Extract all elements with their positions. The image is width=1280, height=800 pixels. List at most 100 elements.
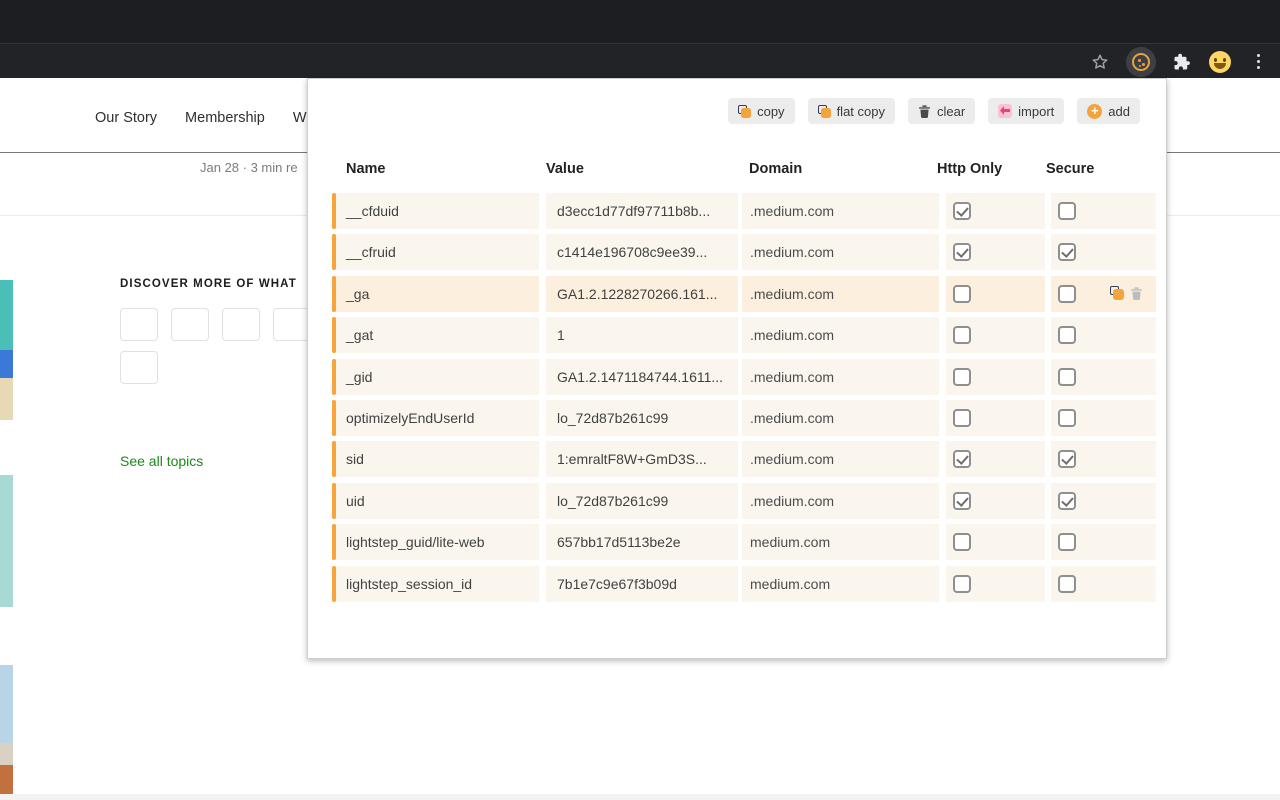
secure-checkbox[interactable] xyxy=(1058,575,1076,593)
cookie-domain: .medium.com xyxy=(750,451,834,467)
http-only-checkbox[interactable] xyxy=(953,533,971,551)
nav-membership[interactable]: Membership xyxy=(185,110,265,126)
cookie-domain-cell[interactable]: .medium.com xyxy=(742,276,939,312)
secure-checkbox[interactable] xyxy=(1058,533,1076,551)
cookie-domain-cell[interactable]: .medium.com xyxy=(742,317,939,353)
http-only-checkbox[interactable] xyxy=(953,575,971,593)
http-only-checkbox[interactable] xyxy=(953,326,971,344)
cookie-domain-cell[interactable]: .medium.com xyxy=(742,359,939,395)
cookie-row[interactable]: _gat 1 .medium.com xyxy=(308,317,1166,353)
row-accent-bar xyxy=(332,317,336,353)
secure-cell xyxy=(1051,441,1156,477)
secure-checkbox[interactable] xyxy=(1058,450,1076,468)
cookie-value: lo_72d87b261c99 xyxy=(557,493,668,509)
http-only-cell xyxy=(946,400,1045,436)
cookie-row[interactable]: sid 1:emraltF8W+GmD3S... .medium.com xyxy=(308,441,1166,477)
cookie-name-cell[interactable]: uid xyxy=(332,483,539,519)
cookie-row[interactable]: lightstep_guid/lite-web 657bb17d5113be2e… xyxy=(308,524,1166,560)
table-header: Name Value Domain Http Only Secure xyxy=(308,161,1166,181)
cookie-editor-popup: copy flat copy clear import xyxy=(307,78,1167,659)
http-only-checkbox[interactable] xyxy=(953,492,971,510)
import-label: import xyxy=(1018,104,1054,119)
cookie-domain-cell[interactable]: .medium.com xyxy=(742,441,939,477)
cookie-value-cell[interactable]: 1 xyxy=(546,317,738,353)
secure-checkbox[interactable] xyxy=(1058,285,1076,303)
secure-checkbox[interactable] xyxy=(1058,368,1076,386)
cookie-name-cell[interactable]: _ga xyxy=(332,276,539,312)
cookie-domain-cell[interactable]: medium.com xyxy=(742,524,939,560)
cookie-name-cell[interactable]: __cfruid xyxy=(332,234,539,270)
secure-checkbox[interactable] xyxy=(1058,243,1076,261)
cookie-value-cell[interactable]: lo_72d87b261c99 xyxy=(546,483,738,519)
emoji-extension-icon[interactable] xyxy=(1208,50,1232,74)
nav-write[interactable]: W xyxy=(293,110,307,126)
cookie-row[interactable]: __cfruid c1414e196708c9ee39... .medium.c… xyxy=(308,234,1166,270)
row-accent-bar xyxy=(332,441,336,477)
http-only-cell xyxy=(946,524,1045,560)
cookie-domain-cell[interactable]: .medium.com xyxy=(742,400,939,436)
cookie-name: optimizelyEndUserId xyxy=(346,410,474,426)
cookie-row[interactable]: _gid GA1.2.1471184744.1611... .medium.co… xyxy=(308,359,1166,395)
cookie-row[interactable]: lightstep_session_id 7b1e7c9e67f3b09d me… xyxy=(308,566,1166,602)
cookie-value-cell[interactable]: 657bb17d5113be2e xyxy=(546,524,738,560)
cookie-row[interactable]: __cfduid d3ecc1d77df97711b8b... .medium.… xyxy=(308,193,1166,229)
topic-chip[interactable] xyxy=(120,351,158,384)
cookie-name-cell[interactable]: _gid xyxy=(332,359,539,395)
topic-chip[interactable] xyxy=(222,308,260,341)
extensions-puzzle-icon[interactable] xyxy=(1170,50,1194,74)
cookie-row[interactable]: optimizelyEndUserId lo_72d87b261c99 .med… xyxy=(308,400,1166,436)
http-only-checkbox[interactable] xyxy=(953,450,971,468)
cookie-domain-cell[interactable]: .medium.com xyxy=(742,483,939,519)
see-all-topics-link[interactable]: See all topics xyxy=(120,453,203,469)
cookie-value-cell[interactable]: c1414e196708c9ee39... xyxy=(546,234,738,270)
cookie-name-cell[interactable]: lightstep_guid/lite-web xyxy=(332,524,539,560)
cookie-row[interactable]: uid lo_72d87b261c99 .medium.com xyxy=(308,483,1166,519)
row-accent-bar xyxy=(332,566,336,602)
cookie-name: uid xyxy=(346,493,365,509)
topic-chip[interactable] xyxy=(171,308,209,341)
secure-checkbox[interactable] xyxy=(1058,326,1076,344)
cookie-name-cell[interactable]: __cfduid xyxy=(332,193,539,229)
nav-our-story[interactable]: Our Story xyxy=(95,110,157,126)
import-button[interactable]: import xyxy=(988,98,1064,124)
cookie-name: _gid xyxy=(346,369,372,385)
cookie-domain-cell[interactable]: .medium.com xyxy=(742,234,939,270)
secure-cell xyxy=(1051,317,1156,353)
cookie-name-cell[interactable]: _gat xyxy=(332,317,539,353)
http-only-checkbox[interactable] xyxy=(953,202,971,220)
column-name: Name xyxy=(346,161,386,177)
cookie-value-cell[interactable]: GA1.2.1471184744.1611... xyxy=(546,359,738,395)
topic-chip[interactable] xyxy=(120,308,158,341)
add-button[interactable]: + add xyxy=(1077,98,1140,124)
http-only-checkbox[interactable] xyxy=(953,409,971,427)
cookie-value-cell[interactable]: lo_72d87b261c99 xyxy=(546,400,738,436)
cookie-value-cell[interactable]: 1:emraltF8W+GmD3S... xyxy=(546,441,738,477)
secure-checkbox[interactable] xyxy=(1058,492,1076,510)
cookie-extension-icon[interactable] xyxy=(1126,47,1156,77)
browser-menu-icon[interactable] xyxy=(1246,50,1270,74)
secure-cell xyxy=(1051,400,1156,436)
clear-button[interactable]: clear xyxy=(908,98,975,124)
secure-checkbox[interactable] xyxy=(1058,202,1076,220)
bookmark-star-icon[interactable] xyxy=(1088,50,1112,74)
flat-copy-button[interactable]: flat copy xyxy=(808,98,895,124)
row-copy-icon[interactable] xyxy=(1110,286,1124,300)
secure-checkbox[interactable] xyxy=(1058,409,1076,427)
flat-copy-label: flat copy xyxy=(837,104,885,119)
http-only-checkbox[interactable] xyxy=(953,243,971,261)
cookie-name-cell[interactable]: optimizelyEndUserId xyxy=(332,400,539,436)
copy-button[interactable]: copy xyxy=(728,98,794,124)
cookie-row[interactable]: _ga GA1.2.1228270266.161... .medium.com xyxy=(308,276,1166,312)
cookie-value-cell[interactable]: GA1.2.1228270266.161... xyxy=(546,276,738,312)
cookie-domain-cell[interactable]: medium.com xyxy=(742,566,939,602)
cookie-value-cell[interactable]: 7b1e7c9e67f3b09d xyxy=(546,566,738,602)
http-only-checkbox[interactable] xyxy=(953,285,971,303)
cookie-name-cell[interactable]: sid xyxy=(332,441,539,477)
cookie-name-cell[interactable]: lightstep_session_id xyxy=(332,566,539,602)
row-delete-icon[interactable] xyxy=(1130,286,1143,300)
topic-chip[interactable] xyxy=(273,308,311,341)
http-only-checkbox[interactable] xyxy=(953,368,971,386)
cookie-domain-cell[interactable]: .medium.com xyxy=(742,193,939,229)
column-domain: Domain xyxy=(749,161,802,177)
cookie-value-cell[interactable]: d3ecc1d77df97711b8b... xyxy=(546,193,738,229)
